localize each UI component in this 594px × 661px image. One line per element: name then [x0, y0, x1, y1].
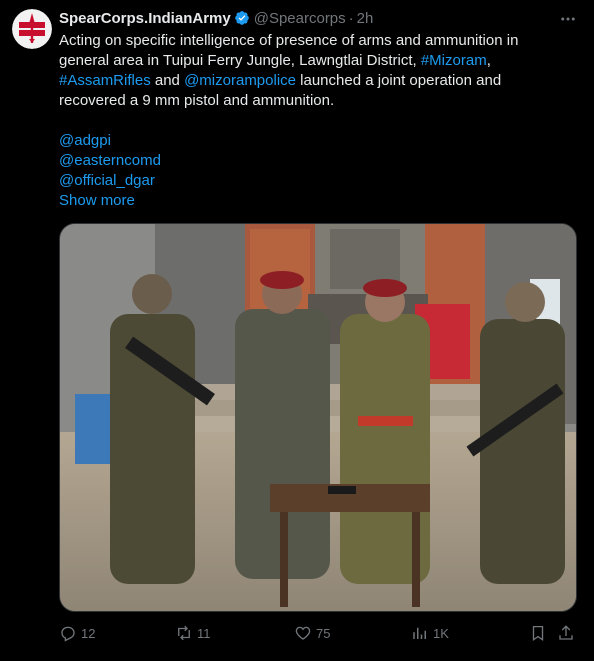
photo-of-security-personnel-with-recovered-pistol [60, 224, 576, 611]
mention-adgpi-link[interactable]: @adgpi [59, 131, 559, 151]
reply-button[interactable]: 12 [59, 621, 95, 645]
author-handle[interactable]: @Spearcorps [254, 10, 346, 27]
timestamp[interactable]: 2h [357, 10, 374, 27]
mention-official-dgar-link[interactable]: @official_dgar [59, 171, 559, 191]
spear-corps-emblem-icon [12, 9, 52, 49]
tweet-media-photo[interactable] [59, 223, 577, 612]
like-icon [295, 626, 311, 640]
tweet-actions: 12 11 75 1K [59, 621, 579, 645]
tweet-line-text: , [486, 52, 491, 69]
tweet-line: general area in Tuipui Ferry Jungle, Law… [59, 51, 559, 71]
tweet-line: Acting on specific intelligence of prese… [59, 32, 519, 49]
author-name[interactable]: SpearCorps.IndianArmy [59, 10, 231, 27]
tweet-line: recovered a 9 mm pistol and ammunition. [59, 92, 335, 109]
repost-button[interactable]: 11 [175, 621, 211, 645]
reply-icon [61, 626, 75, 642]
hashtag-assamrifles-link[interactable]: #AssamRifles [59, 72, 151, 89]
share-button[interactable] [557, 621, 575, 645]
show-more-link[interactable]: Show more [59, 191, 559, 211]
like-button[interactable]: 75 [294, 621, 330, 645]
tweet-text: Acting on specific intelligence of prese… [59, 31, 559, 211]
share-icon [559, 625, 573, 640]
views-icon [413, 627, 426, 639]
mention-mizorampolice-link[interactable]: @mizorampolice [184, 72, 296, 89]
reply-count: 12 [81, 625, 96, 641]
repost-icon [178, 625, 190, 641]
bookmark-button[interactable] [529, 621, 547, 645]
hashtag-mizoram-link[interactable]: #Mizoram [421, 52, 487, 69]
more-options-icon[interactable] [556, 9, 580, 29]
repost-count: 11 [197, 625, 211, 641]
tweet-line-text: general area in Tuipui Ferry Jungle, Law… [59, 52, 421, 69]
like-count: 75 [316, 625, 331, 641]
bookmark-icon [532, 625, 544, 642]
views-button[interactable]: 1K [411, 621, 449, 645]
tweet-line-text: and [150, 72, 185, 89]
separator-dot: · [348, 9, 354, 27]
tweet-line: #AssamRifles and @mizorampolice launched… [59, 71, 559, 91]
views-count: 1K [433, 625, 449, 641]
tweet-header: SpearCorps.IndianArmy @Spearcorps · 2h [59, 8, 373, 28]
tweet-card[interactable]: SpearCorps.IndianArmy @Spearcorps · 2h A… [0, 0, 594, 661]
mention-easterncomd-link[interactable]: @easterncomd [59, 151, 559, 171]
avatar[interactable] [12, 9, 52, 49]
tweet-line-text: launched a joint operation and [296, 72, 502, 89]
verified-badge-icon[interactable] [234, 10, 250, 26]
